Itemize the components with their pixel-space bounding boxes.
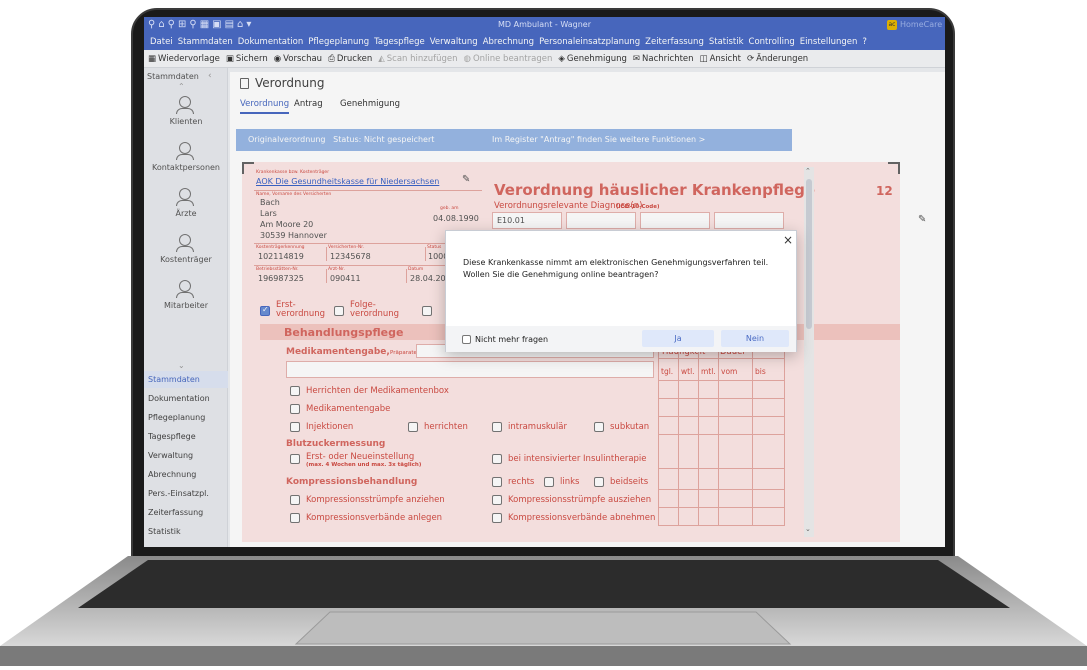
- keyboard-deck: [0, 556, 1087, 666]
- close-icon[interactable]: ×: [783, 233, 793, 247]
- yes-button-label: Ja: [674, 334, 682, 343]
- yes-button[interactable]: Ja: [642, 330, 714, 347]
- dialog-message: Diese Krankenkasse nimmt am elektronisch…: [463, 258, 769, 279]
- dont-ask-checkbox[interactable]: [462, 335, 471, 344]
- dont-ask-label: Nicht mehr fragen: [475, 335, 549, 344]
- no-button-label: Nein: [745, 334, 765, 343]
- approval-dialog: × Diese Krankenkasse nimmt am elektronis…: [445, 230, 797, 352]
- screen: ⚲⌂⚲⊞⚲▦▣▤⌂▾ MD Ambulant - Wagner ac HomeC…: [144, 17, 945, 547]
- no-button[interactable]: Nein: [721, 330, 789, 347]
- laptop-base: [0, 554, 1087, 666]
